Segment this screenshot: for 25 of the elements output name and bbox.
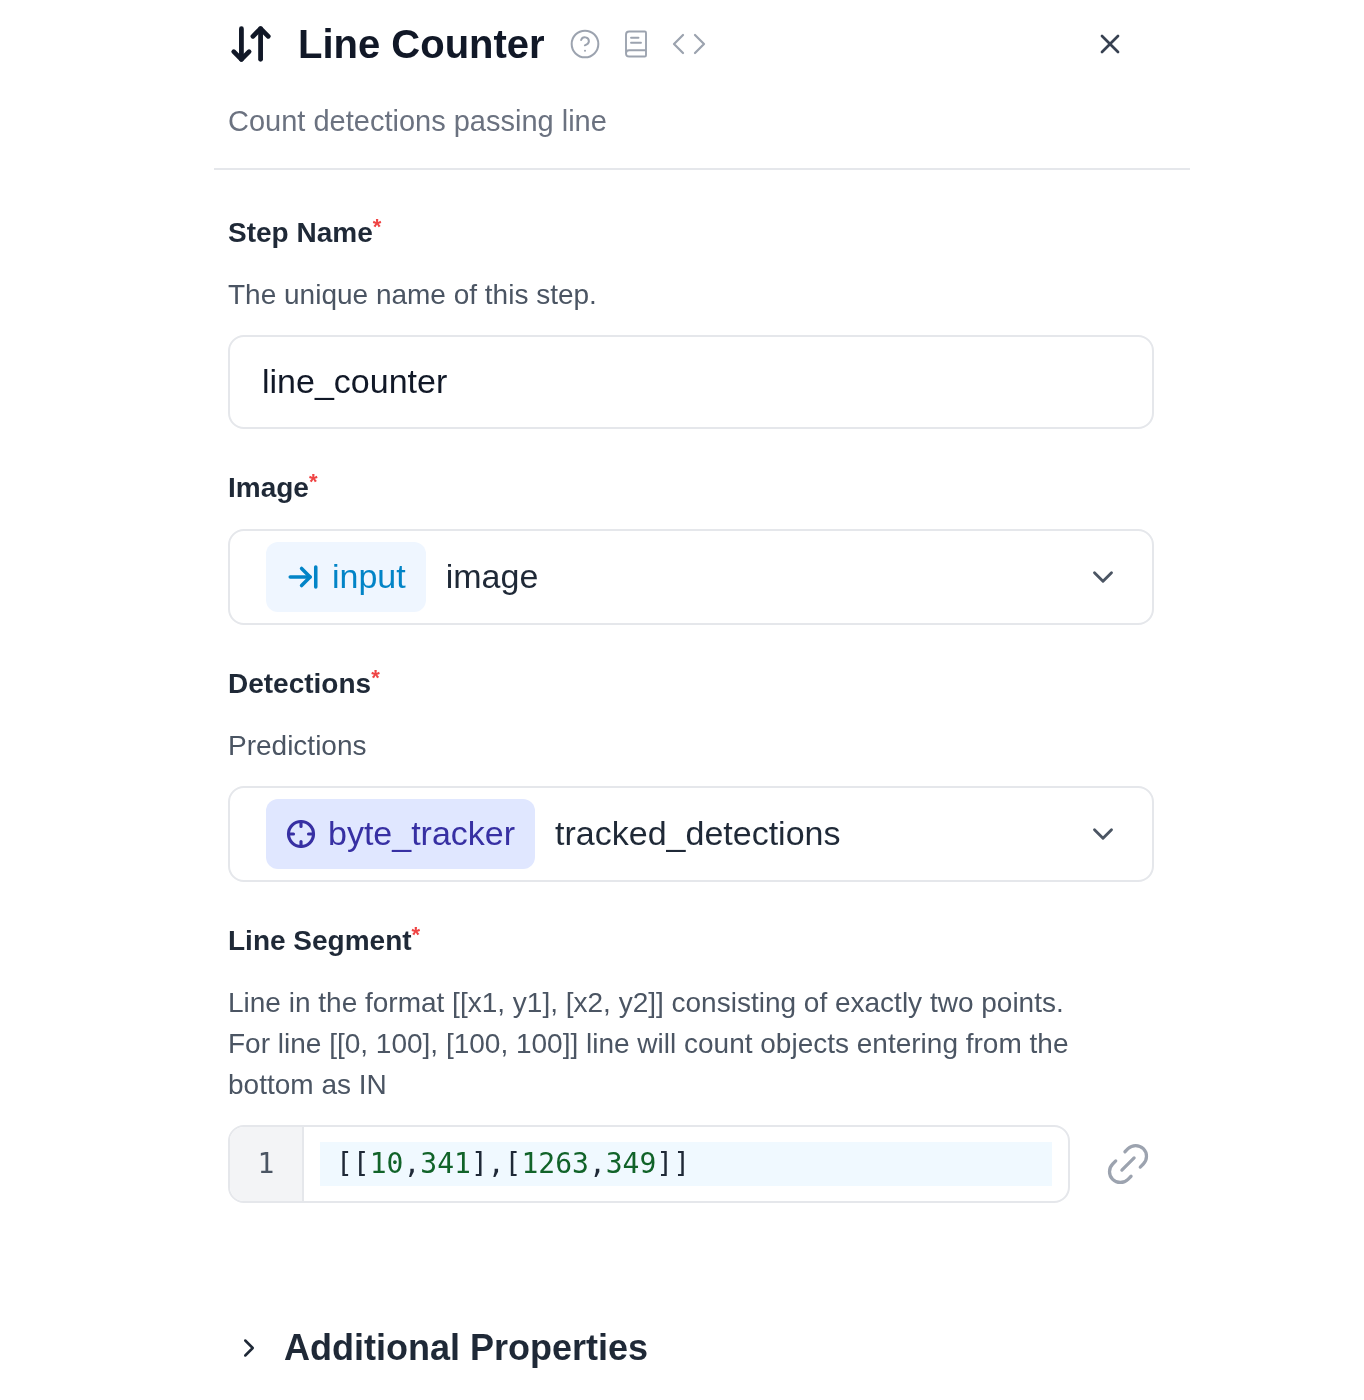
chip-label: input [332,556,406,597]
field-label: Line Segment [228,923,412,958]
select-value: tracked_detections [555,813,842,854]
required-mark: * [411,923,421,946]
field-description: Predictions [228,728,368,763]
crosshair-icon [286,818,316,849]
code-editor[interactable]: 1 [[10,341],[1263,349]] [228,1124,1070,1203]
line-number: 1 [230,1126,304,1201]
help-icon[interactable] [568,28,601,60]
panel-subtitle: Count detections passing line [228,104,608,139]
required-mark: * [308,470,318,493]
select-field[interactable]: input image [228,528,1154,625]
field-label: Detections [228,666,372,701]
additional-properties-toggle[interactable]: Additional Properties [234,1320,649,1375]
step-name-field[interactable]: line_counter [228,334,1154,429]
panel-title: Line Counter [298,21,545,68]
select-field[interactable]: byte_tracker tracked_detections [228,785,1154,882]
field-description: The unique name of this step. [228,277,598,312]
field-description: Line in the format [[x1, y1], [x2, y2]] consisting of exactly two points. For line [[0, 100], [100, 100]] line will count objects entering from the bottom as IN [228,985,1070,1102]
field-label: Image [228,470,309,505]
chip-label: byte_tracker [328,813,516,854]
field-label: Step Name [228,215,373,250]
required-mark: * [371,666,380,689]
select-value: image [445,556,540,597]
required-mark: * [372,215,382,238]
